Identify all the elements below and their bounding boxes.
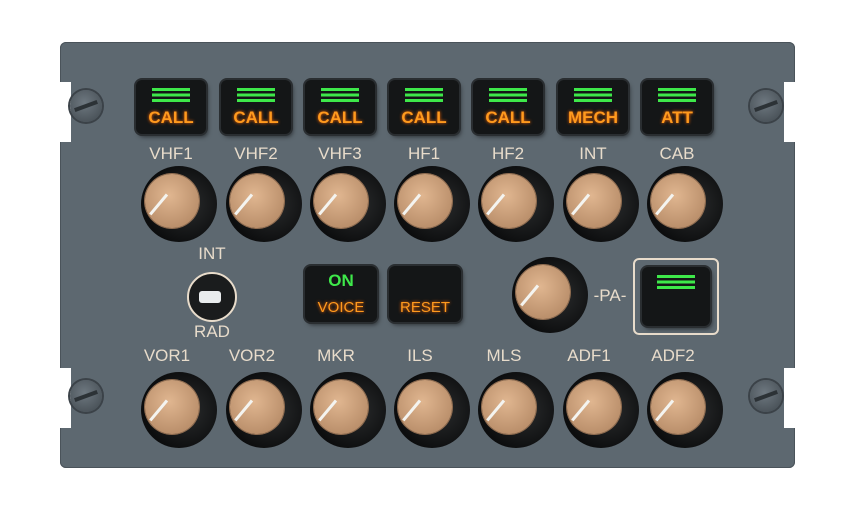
channel-label: VHF3 [318, 144, 362, 163]
indicator-bars [405, 88, 443, 102]
channel-label: VHF1 [149, 144, 193, 163]
mount-notch [59, 82, 71, 142]
indicator-bars [489, 88, 527, 102]
indicator-bars [658, 88, 696, 102]
nav-volume-knob[interactable] [647, 372, 723, 448]
nav-volume-knob[interactable] [394, 372, 470, 448]
nav-volume-knob[interactable] [226, 372, 302, 448]
indicator-bars [574, 88, 612, 102]
toggle-lever [199, 291, 221, 303]
call-label: ATT [661, 108, 693, 127]
volume-knob[interactable] [226, 166, 302, 242]
call-label: CALL [317, 108, 363, 127]
volume-knob[interactable] [563, 166, 639, 242]
indicator-bars [152, 88, 190, 102]
mount-notch [784, 368, 796, 428]
nav-label: MLS [486, 346, 522, 365]
screw-icon [750, 90, 782, 122]
toggle-label-int: INT [198, 244, 226, 263]
toggle-label-rad: RAD [194, 322, 230, 341]
call-button-0[interactable]: CALL [136, 80, 206, 134]
screw-icon [750, 380, 782, 412]
call-button-4[interactable]: CALL [473, 80, 543, 134]
nav-volume-knob[interactable] [563, 372, 639, 448]
volume-knob[interactable] [394, 166, 470, 242]
indicator-bars [237, 88, 275, 102]
nav-label: MKR [317, 346, 355, 365]
reset-button[interactable]: RESET [389, 266, 461, 322]
call-label: CALL [233, 108, 279, 127]
pa-indicator-bars [657, 275, 695, 289]
channel-label: HF2 [491, 144, 525, 163]
nav-label: ADF1 [567, 346, 611, 365]
nav-volume-knob[interactable] [478, 372, 554, 448]
volume-knob[interactable] [647, 166, 723, 242]
nav-label: VOR1 [143, 346, 191, 365]
reset-button-label: RESET [399, 299, 450, 316]
channel-label: HF1 [407, 144, 441, 163]
screw-icon [70, 90, 102, 122]
mount-notch [784, 82, 796, 142]
nav-label: ADF2 [651, 346, 695, 365]
voice-on-indicator: ON [328, 271, 354, 290]
nav-label: ILS [407, 346, 433, 365]
call-button-2[interactable]: CALL [305, 80, 375, 134]
call-label: CALL [401, 108, 447, 127]
pa-button[interactable] [642, 267, 710, 326]
indicator-bars [321, 88, 359, 102]
channel-label: CAB [659, 144, 695, 163]
call-label: MECH [567, 108, 619, 127]
call-label: CALL [485, 108, 531, 127]
voice-button-label: VOICE [317, 299, 365, 316]
nav-volume-knob[interactable] [310, 372, 386, 448]
int-rad-toggle-switch[interactable] [187, 272, 237, 322]
volume-knob[interactable] [310, 166, 386, 242]
call-button-5[interactable]: MECH [558, 80, 628, 134]
nav-volume-knob[interactable] [141, 372, 217, 448]
call-label: CALL [148, 108, 194, 127]
channel-label: VHF2 [234, 144, 278, 163]
call-button-3[interactable]: CALL [389, 80, 459, 134]
pa-button-frame [633, 258, 719, 335]
channel-label: INT [579, 144, 607, 163]
voice-button[interactable]: ON VOICE [305, 266, 377, 322]
volume-knob[interactable] [478, 166, 554, 242]
call-button-1[interactable]: CALL [221, 80, 291, 134]
call-button-6[interactable]: ATT [642, 80, 712, 134]
nav-label: VOR2 [228, 346, 276, 365]
volume-knob[interactable] [141, 166, 217, 242]
screw-icon [70, 380, 102, 412]
